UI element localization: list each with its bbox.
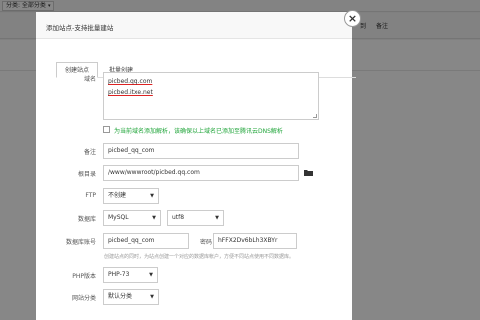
chevron-down-icon: ▼: [152, 215, 156, 221]
domain-line: picbed.itxe.net: [108, 89, 153, 96]
remark-label: 备注: [83, 149, 96, 156]
php-version-label: PHP版本: [72, 273, 96, 280]
db-password-input[interactable]: hFFX2Dv6bLh3XBYr: [213, 233, 297, 249]
ftp-select-value: 不创建: [108, 192, 127, 199]
database-label: 数据库: [77, 216, 96, 223]
php-version-value: PHP-73: [108, 271, 130, 278]
root-dir-input[interactable]: /www/wwwroot/picbed.qq.com: [103, 165, 299, 181]
domain-label: 域名: [83, 76, 96, 83]
resize-handle[interactable]: [313, 114, 317, 118]
modal-title: 添加站点-支持批量建站: [46, 24, 114, 32]
folder-icon[interactable]: [304, 169, 313, 176]
chevron-down-icon: ▼: [215, 215, 219, 221]
database-type-value: MySQL: [108, 214, 129, 221]
ftp-label: FTP: [85, 192, 96, 199]
chevron-down-icon: ▼: [150, 294, 154, 300]
category-value: 默认分类: [108, 293, 133, 300]
database-charset-select[interactable]: utf8 ▼: [167, 210, 224, 226]
db-user-input[interactable]: picbed_qq_com: [103, 233, 189, 249]
modal-header: 添加站点-支持批量建站: [36, 12, 352, 39]
add-site-modal: 添加站点-支持批量建站 创建站点 批量创建 域名 picbed.qq.com p…: [36, 12, 356, 320]
chevron-down-icon: ▼: [149, 272, 153, 278]
database-charset-value: utf8: [172, 214, 185, 221]
close-icon[interactable]: ×: [344, 10, 361, 27]
db-account-hint: 创建站点的同时，为站点创建一个对应的数据库帐户，方便不同站点使用不同数据库。: [104, 254, 295, 260]
db-account-label: 数据库账号: [65, 239, 96, 246]
ftp-select[interactable]: 不创建 ▼: [103, 188, 159, 204]
domain-textarea[interactable]: picbed.qq.com picbed.itxe.net: [103, 72, 319, 120]
db-password-label: 密码: [200, 239, 213, 246]
category-label: 网站分类: [71, 295, 96, 302]
dns-checkbox[interactable]: [103, 126, 110, 133]
dns-checkbox-label: 为当前域名添加解析，该确保以上域名已添加至腾讯云DNS解析: [114, 128, 283, 135]
root-dir-label: 根目录: [77, 171, 96, 178]
remark-input[interactable]: picbed_qq_com: [103, 143, 299, 159]
category-select[interactable]: 默认分类 ▼: [103, 289, 159, 305]
chevron-down-icon: ▼: [150, 193, 154, 199]
domain-line: picbed.qq.com: [108, 78, 153, 85]
database-type-select[interactable]: MySQL ▼: [103, 210, 161, 226]
php-version-select[interactable]: PHP-73 ▼: [103, 267, 158, 283]
